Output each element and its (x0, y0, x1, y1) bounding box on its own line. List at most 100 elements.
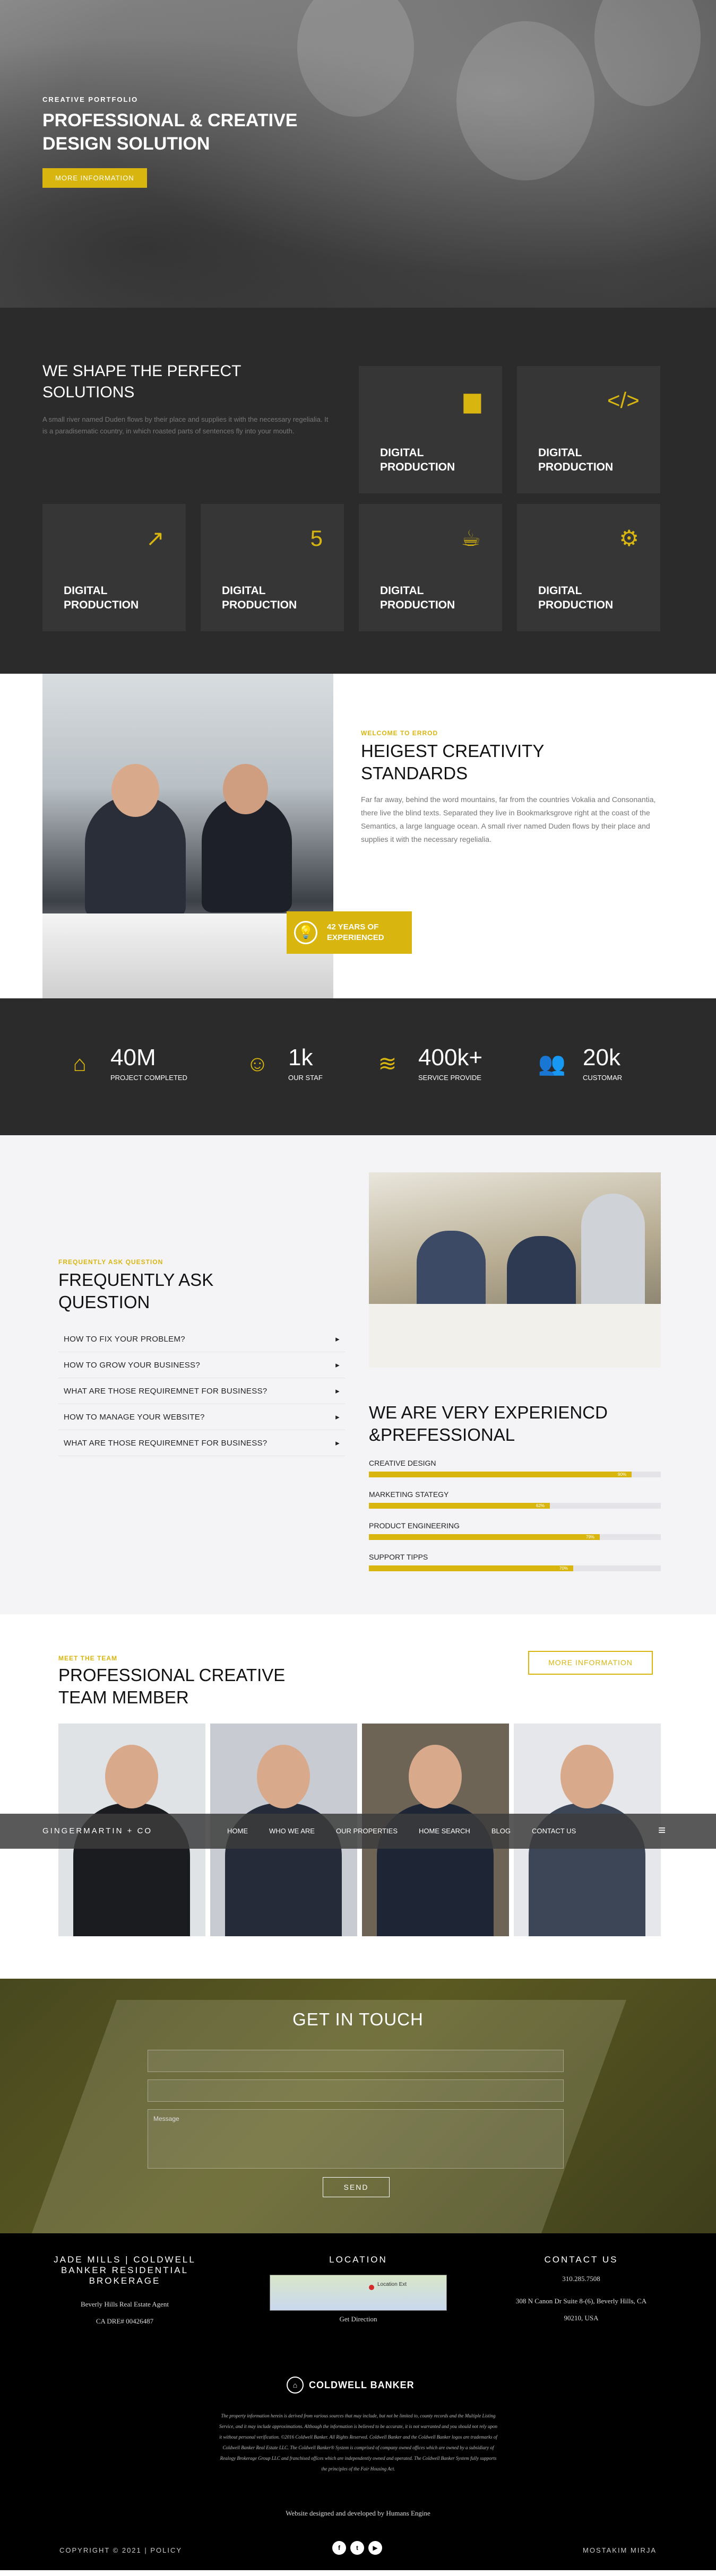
faq-question: HOW TO GROW YOUR BUSINESS? (64, 1361, 201, 1370)
location-map[interactable]: Location Ext (270, 2275, 447, 2311)
nav-link-home-search[interactable]: HOME SEARCH (419, 1814, 470, 1849)
brand-logo[interactable]: GINGERMARTIN + CO (42, 1814, 152, 1849)
stat-customers: 👥 20k CUSTOMAR (536, 1045, 622, 1082)
skill-label: MARKETING STATEGY (369, 1490, 449, 1499)
footer-phone[interactable]: 310.285.7508 (491, 2270, 671, 2287)
skill-percent: 62% (536, 1503, 545, 1508)
skill-bars: CREATIVE DESIGN 90% MARKETING STATEGY 62% PR… (369, 1459, 661, 1571)
skill-label: PRODUCT ENGINEERING (369, 1521, 460, 1530)
service-card-title: DIGITAL PRODUCTION (380, 585, 455, 611)
facebook-icon[interactable]: f (332, 2541, 346, 2555)
member-face-shape (257, 1745, 310, 1808)
faq-title: FREQUENTLY ASK QUESTION (58, 1270, 214, 1312)
team-title: PROFESSIONAL CREATIVE TEAM MEMBER (58, 1665, 286, 1707)
stat-staff: ☺ 1k OUR STAF (241, 1045, 323, 1082)
stat-projects: ⌂ 40M PROJECT COMPLETED (64, 1045, 187, 1082)
twitter-icon[interactable]: t (350, 2541, 364, 2555)
coldwell-banker-logo: ⌂ COLDWELL BANKER (287, 2377, 415, 2394)
skill-bar: CREATIVE DESIGN 90% (369, 1459, 661, 1477)
skill-bar: PRODUCT ENGINEERING 79% (369, 1521, 661, 1540)
line-chart-icon: ↗ (145, 526, 165, 551)
stat-number: 40M (110, 1045, 156, 1071)
stat-label: SERVICE PROVIDE (418, 1074, 481, 1082)
faq-kicker: FREQUENTLY ASK QUESTION (58, 1258, 163, 1266)
skill-percent: 79% (586, 1535, 595, 1539)
service-card[interactable]: ▆ DIGITAL PRODUCTION (359, 366, 502, 493)
message-field[interactable]: Message (148, 2109, 564, 2169)
skill-bar: MARKETING STATEGY 62% (369, 1490, 661, 1509)
skill-fill (369, 1503, 550, 1509)
skill-fill (369, 1534, 600, 1540)
faq-list: HOW TO FIX YOUR PROBLEM? ▸ HOW TO GROW YO… (58, 1326, 345, 1456)
person-shape (417, 1231, 486, 1316)
service-card[interactable]: 5 DIGITAL PRODUCTION (201, 504, 344, 631)
footer-location-title: LOCATION (329, 2255, 387, 2265)
lightbulb-icon: 💡 (294, 921, 317, 944)
head-shape (223, 764, 268, 814)
bar-chart-icon: ▆ (463, 388, 481, 413)
name-field[interactable] (148, 2050, 564, 2072)
house-logo-icon: ⌂ (287, 2377, 304, 2394)
nav-link-our-properties[interactable]: OUR PROPERTIES (336, 1814, 398, 1849)
stat-number: 20k (583, 1045, 620, 1071)
copyright-text: COPYRIGHT © 2021 | POLICY (59, 2546, 183, 2554)
about-kicker: WELCOME TO ERROD (361, 729, 438, 737)
member-face-shape (105, 1745, 158, 1808)
house-icon: ⌂ (73, 1050, 87, 1076)
nav-link-home[interactable]: HOME (227, 1814, 248, 1849)
stat-label: OUR STAF (288, 1074, 323, 1082)
faq-item[interactable]: HOW TO GROW YOUR BUSINESS? ▸ (58, 1352, 345, 1378)
hero-title: PROFESSIONAL & CREATIVE DESIGN SOLUTION (42, 110, 298, 154)
nav-link-who-we-are[interactable]: WHO WE ARE (269, 1814, 315, 1849)
skill-track: 79% (369, 1534, 661, 1540)
hamburger-menu-icon[interactable]: ≡ (658, 1823, 666, 1838)
faq-item[interactable]: HOW TO FIX YOUR PROBLEM? ▸ (58, 1326, 345, 1352)
hero-more-information-button[interactable]: MORE INFORMATION (42, 168, 147, 188)
skill-percent: 90% (618, 1472, 627, 1477)
experience-badge-text: 42 YEARS OF EXPERIENCED (327, 923, 384, 942)
about-title: HEIGEST CREATIVITY STANDARDS (361, 741, 544, 783)
social-links: f t ▶ (332, 2541, 382, 2555)
code-icon: </> (607, 388, 640, 413)
designed-by-credit[interactable]: Website designed and developed by Humans… (0, 2509, 716, 2518)
user-circle-icon: ☺ (246, 1050, 269, 1076)
service-card[interactable]: ⚙ DIGITAL PRODUCTION (517, 504, 660, 631)
faq-question: HOW TO MANAGE YOUR WEBSITE? (64, 1413, 205, 1422)
footer-brokerage-column: JADE MILLS | COLDWELL BANKER RESIDENTIAL… (48, 2255, 202, 2330)
stat-services: ≋ 400k+ SERVICE PROVIDE (372, 1045, 482, 1082)
java-icon: ☕ (461, 526, 481, 551)
skill-bar: SUPPORT TIPPS 70% (369, 1553, 661, 1571)
send-button[interactable]: SEND (323, 2177, 390, 2197)
email-field[interactable] (148, 2079, 564, 2102)
footer-address-line1: 308 N Canon Dr Suite 8-(6), Beverly Hill… (515, 2297, 647, 2305)
coldwell-banker-name: COLDWELL BANKER (309, 2379, 415, 2390)
faq-question: WHAT ARE THOSE REQUIREMNET FOR BUSINESS? (64, 1439, 268, 1448)
get-direction-link[interactable]: Get Direction (268, 2311, 448, 2328)
team-working-photo (369, 1172, 661, 1368)
skill-label: SUPPORT TIPPS (369, 1553, 428, 1561)
faq-item[interactable]: WHAT ARE THOSE REQUIREMNET FOR BUSINESS?… (58, 1378, 345, 1404)
faq-section: FREQUENTLY ASK QUESTION FREQUENTLY ASK Q… (0, 1135, 716, 1614)
service-card-title: DIGITAL PRODUCTION (380, 447, 455, 473)
youtube-icon[interactable]: ▶ (368, 2541, 382, 2555)
skill-label: CREATIVE DESIGN (369, 1459, 436, 1467)
faq-question: WHAT ARE THOSE REQUIREMNET FOR BUSINESS? (64, 1387, 268, 1396)
stat-label: PROJECT COMPLETED (110, 1074, 187, 1082)
footer-address-line2: 90210, USA (564, 2314, 599, 2322)
service-card[interactable]: ↗ DIGITAL PRODUCTION (42, 504, 186, 631)
skill-fill (369, 1472, 632, 1477)
service-card[interactable]: ☕ DIGITAL PRODUCTION (359, 504, 502, 631)
faq-item[interactable]: WHAT ARE THOSE REQUIREMNET FOR BUSINESS?… (58, 1430, 345, 1456)
stat-number: 1k (288, 1045, 313, 1071)
caret-right-icon: ▸ (335, 1387, 340, 1396)
nav-link-blog[interactable]: BLOG (491, 1814, 511, 1849)
nav-link-contact-us[interactable]: CONTACT US (532, 1814, 576, 1849)
author-credit: MOSTAKIM MIRJA (583, 2546, 657, 2554)
team-more-information-button[interactable]: MORE INFORMATION (528, 1651, 653, 1675)
caret-right-icon: ▸ (335, 1335, 340, 1344)
service-card[interactable]: </> DIGITAL PRODUCTION (517, 366, 660, 493)
navigation-bar: GINGERMARTIN + CO HOME WHO WE ARE OUR PR… (0, 1814, 716, 1849)
faq-item[interactable]: HOW TO MANAGE YOUR WEBSITE? ▸ (58, 1404, 345, 1430)
head-shape (111, 764, 159, 817)
footer-brokerage-title: JADE MILLS | COLDWELL BANKER RESIDENTIAL… (54, 2255, 196, 2286)
